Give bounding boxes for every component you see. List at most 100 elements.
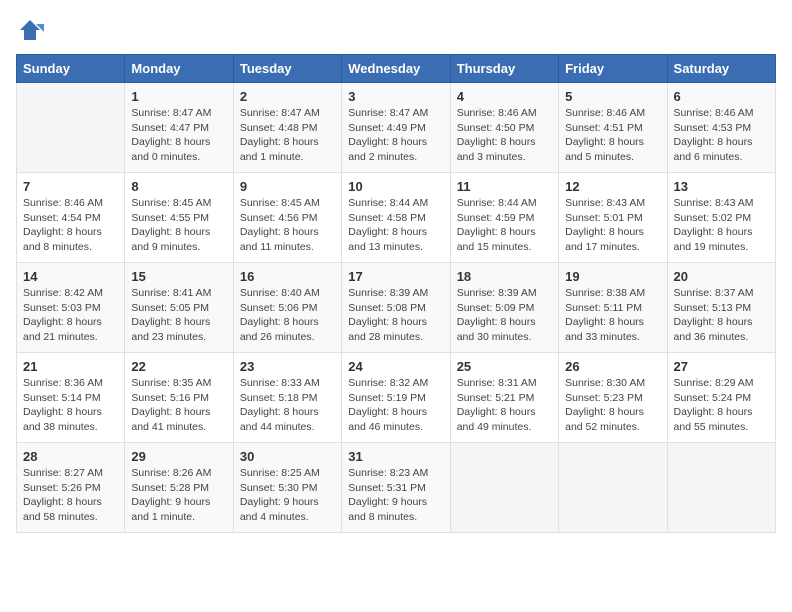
cell-content: Sunrise: 8:31 AM Sunset: 5:21 PM Dayligh… bbox=[457, 376, 552, 435]
cell-content: Sunrise: 8:46 AM Sunset: 4:54 PM Dayligh… bbox=[23, 196, 118, 255]
calendar-week-0: 1 Sunrise: 8:47 AM Sunset: 4:47 PM Daylig… bbox=[17, 83, 776, 173]
day-number: 10 bbox=[348, 179, 443, 194]
header-day-monday: Monday bbox=[125, 55, 233, 83]
calendar-cell: 5Sunrise: 8:46 AM Sunset: 4:51 PM Daylig… bbox=[559, 83, 667, 173]
calendar-cell: 29 Sunrise: 8:26 AM Sunset: 5:28 PM Dayli… bbox=[125, 443, 233, 533]
day-number: 5 bbox=[565, 89, 660, 104]
cell-content: Sunrise: 8:44 AM Sunset: 4:58 PM Dayligh… bbox=[348, 196, 443, 255]
calendar-cell: 3Sunrise: 8:47 AM Sunset: 4:49 PM Daylig… bbox=[342, 83, 450, 173]
calendar-week-1: 7 Sunrise: 8:46 AM Sunset: 4:54 PM Daylig… bbox=[17, 173, 776, 263]
header-day-thursday: Thursday bbox=[450, 55, 558, 83]
calendar-cell: 23 Sunrise: 8:33 AM Sunset: 5:18 PM Dayli… bbox=[233, 353, 341, 443]
calendar-cell: 19Sunrise: 8:38 AM Sunset: 5:11 PM Dayli… bbox=[559, 263, 667, 353]
cell-content: Sunrise: 8:37 AM Sunset: 5:13 PM Dayligh… bbox=[674, 286, 769, 345]
cell-content: Sunrise: 8:40 AM Sunset: 5:06 PM Dayligh… bbox=[240, 286, 335, 345]
day-number: 2 bbox=[240, 89, 335, 104]
calendar-week-4: 28 Sunrise: 8:27 AM Sunset: 5:26 PM Dayli… bbox=[17, 443, 776, 533]
cell-content: Sunrise: 8:32 AM Sunset: 5:19 PM Dayligh… bbox=[348, 376, 443, 435]
calendar-cell: 16Sunrise: 8:40 AM Sunset: 5:06 PM Dayli… bbox=[233, 263, 341, 353]
calendar-cell: 27 Sunrise: 8:29 AM Sunset: 5:24 PM Dayli… bbox=[667, 353, 775, 443]
calendar-cell bbox=[559, 443, 667, 533]
calendar-cell: 6 Sunrise: 8:46 AM Sunset: 4:53 PM Daylig… bbox=[667, 83, 775, 173]
day-number: 25 bbox=[457, 359, 552, 374]
cell-content: Sunrise: 8:43 AM Sunset: 5:02 PM Dayligh… bbox=[674, 196, 769, 255]
calendar-cell bbox=[17, 83, 125, 173]
cell-content: Sunrise: 8:30 AM Sunset: 5:23 PM Dayligh… bbox=[565, 376, 660, 435]
cell-content: Sunrise: 8:36 AM Sunset: 5:14 PM Dayligh… bbox=[23, 376, 118, 435]
calendar-cell: 12 Sunrise: 8:43 AM Sunset: 5:01 PM Dayli… bbox=[559, 173, 667, 263]
calendar-cell: 8Sunrise: 8:45 AM Sunset: 4:55 PM Daylig… bbox=[125, 173, 233, 263]
calendar-cell: 2 Sunrise: 8:47 AM Sunset: 4:48 PM Daylig… bbox=[233, 83, 341, 173]
day-number: 17 bbox=[348, 269, 443, 284]
calendar-cell: 10 Sunrise: 8:44 AM Sunset: 4:58 PM Dayli… bbox=[342, 173, 450, 263]
day-number: 9 bbox=[240, 179, 335, 194]
cell-content: Sunrise: 8:46 AM Sunset: 4:50 PM Dayligh… bbox=[457, 106, 552, 165]
day-number: 28 bbox=[23, 449, 118, 464]
cell-content: Sunrise: 8:26 AM Sunset: 5:28 PM Dayligh… bbox=[131, 466, 226, 525]
calendar-cell: 26 Sunrise: 8:30 AM Sunset: 5:23 PM Dayli… bbox=[559, 353, 667, 443]
cell-content: Sunrise: 8:46 AM Sunset: 4:53 PM Dayligh… bbox=[674, 106, 769, 165]
header-day-friday: Friday bbox=[559, 55, 667, 83]
day-number: 31 bbox=[348, 449, 443, 464]
calendar-cell: 9Sunrise: 8:45 AM Sunset: 4:56 PM Daylig… bbox=[233, 173, 341, 263]
calendar-cell: 30 Sunrise: 8:25 AM Sunset: 5:30 PM Dayli… bbox=[233, 443, 341, 533]
calendar-cell: 1 Sunrise: 8:47 AM Sunset: 4:47 PM Daylig… bbox=[125, 83, 233, 173]
cell-content: Sunrise: 8:44 AM Sunset: 4:59 PM Dayligh… bbox=[457, 196, 552, 255]
calendar-cell: 13 Sunrise: 8:43 AM Sunset: 5:02 PM Dayli… bbox=[667, 173, 775, 263]
day-number: 7 bbox=[23, 179, 118, 194]
calendar-cell: 14Sunrise: 8:42 AM Sunset: 5:03 PM Dayli… bbox=[17, 263, 125, 353]
calendar-header: SundayMondayTuesdayWednesdayThursdayFrid… bbox=[17, 55, 776, 83]
cell-content: Sunrise: 8:43 AM Sunset: 5:01 PM Dayligh… bbox=[565, 196, 660, 255]
calendar-cell: 11 Sunrise: 8:44 AM Sunset: 4:59 PM Dayli… bbox=[450, 173, 558, 263]
day-number: 21 bbox=[23, 359, 118, 374]
calendar-cell: 7 Sunrise: 8:46 AM Sunset: 4:54 PM Daylig… bbox=[17, 173, 125, 263]
day-number: 30 bbox=[240, 449, 335, 464]
cell-content: Sunrise: 8:41 AM Sunset: 5:05 PM Dayligh… bbox=[131, 286, 226, 345]
calendar-cell: 25 Sunrise: 8:31 AM Sunset: 5:21 PM Dayli… bbox=[450, 353, 558, 443]
calendar-cell: 28 Sunrise: 8:27 AM Sunset: 5:26 PM Dayli… bbox=[17, 443, 125, 533]
day-number: 15 bbox=[131, 269, 226, 284]
calendar-cell: 24Sunrise: 8:32 AM Sunset: 5:19 PM Dayli… bbox=[342, 353, 450, 443]
page-header bbox=[16, 16, 776, 44]
cell-content: Sunrise: 8:39 AM Sunset: 5:09 PM Dayligh… bbox=[457, 286, 552, 345]
day-number: 29 bbox=[131, 449, 226, 464]
cell-content: Sunrise: 8:25 AM Sunset: 5:30 PM Dayligh… bbox=[240, 466, 335, 525]
day-number: 26 bbox=[565, 359, 660, 374]
day-number: 27 bbox=[674, 359, 769, 374]
day-number: 23 bbox=[240, 359, 335, 374]
cell-content: Sunrise: 8:29 AM Sunset: 5:24 PM Dayligh… bbox=[674, 376, 769, 435]
cell-content: Sunrise: 8:33 AM Sunset: 5:18 PM Dayligh… bbox=[240, 376, 335, 435]
calendar-cell: 17 Sunrise: 8:39 AM Sunset: 5:08 PM Dayli… bbox=[342, 263, 450, 353]
day-number: 11 bbox=[457, 179, 552, 194]
calendar-cell: 22Sunrise: 8:35 AM Sunset: 5:16 PM Dayli… bbox=[125, 353, 233, 443]
cell-content: Sunrise: 8:35 AM Sunset: 5:16 PM Dayligh… bbox=[131, 376, 226, 435]
header-day-sunday: Sunday bbox=[17, 55, 125, 83]
day-number: 19 bbox=[565, 269, 660, 284]
day-number: 12 bbox=[565, 179, 660, 194]
day-number: 13 bbox=[674, 179, 769, 194]
day-number: 20 bbox=[674, 269, 769, 284]
header-day-saturday: Saturday bbox=[667, 55, 775, 83]
day-number: 1 bbox=[131, 89, 226, 104]
calendar-week-3: 21 Sunrise: 8:36 AM Sunset: 5:14 PM Dayli… bbox=[17, 353, 776, 443]
cell-content: Sunrise: 8:47 AM Sunset: 4:49 PM Dayligh… bbox=[348, 106, 443, 165]
cell-content: Sunrise: 8:47 AM Sunset: 4:47 PM Dayligh… bbox=[131, 106, 226, 165]
calendar-body: 1 Sunrise: 8:47 AM Sunset: 4:47 PM Daylig… bbox=[17, 83, 776, 533]
calendar-cell: 4 Sunrise: 8:46 AM Sunset: 4:50 PM Daylig… bbox=[450, 83, 558, 173]
cell-content: Sunrise: 8:23 AM Sunset: 5:31 PM Dayligh… bbox=[348, 466, 443, 525]
logo-icon bbox=[16, 16, 44, 44]
header-row: SundayMondayTuesdayWednesdayThursdayFrid… bbox=[17, 55, 776, 83]
calendar-cell: 21 Sunrise: 8:36 AM Sunset: 5:14 PM Dayli… bbox=[17, 353, 125, 443]
calendar-cell: 31 Sunrise: 8:23 AM Sunset: 5:31 PM Dayli… bbox=[342, 443, 450, 533]
calendar-week-2: 14Sunrise: 8:42 AM Sunset: 5:03 PM Dayli… bbox=[17, 263, 776, 353]
cell-content: Sunrise: 8:47 AM Sunset: 4:48 PM Dayligh… bbox=[240, 106, 335, 165]
day-number: 6 bbox=[674, 89, 769, 104]
calendar-cell: 15 Sunrise: 8:41 AM Sunset: 5:05 PM Dayli… bbox=[125, 263, 233, 353]
cell-content: Sunrise: 8:39 AM Sunset: 5:08 PM Dayligh… bbox=[348, 286, 443, 345]
day-number: 14 bbox=[23, 269, 118, 284]
calendar-cell: 20 Sunrise: 8:37 AM Sunset: 5:13 PM Dayli… bbox=[667, 263, 775, 353]
day-number: 4 bbox=[457, 89, 552, 104]
calendar-cell bbox=[450, 443, 558, 533]
logo bbox=[16, 16, 48, 44]
cell-content: Sunrise: 8:27 AM Sunset: 5:26 PM Dayligh… bbox=[23, 466, 118, 525]
